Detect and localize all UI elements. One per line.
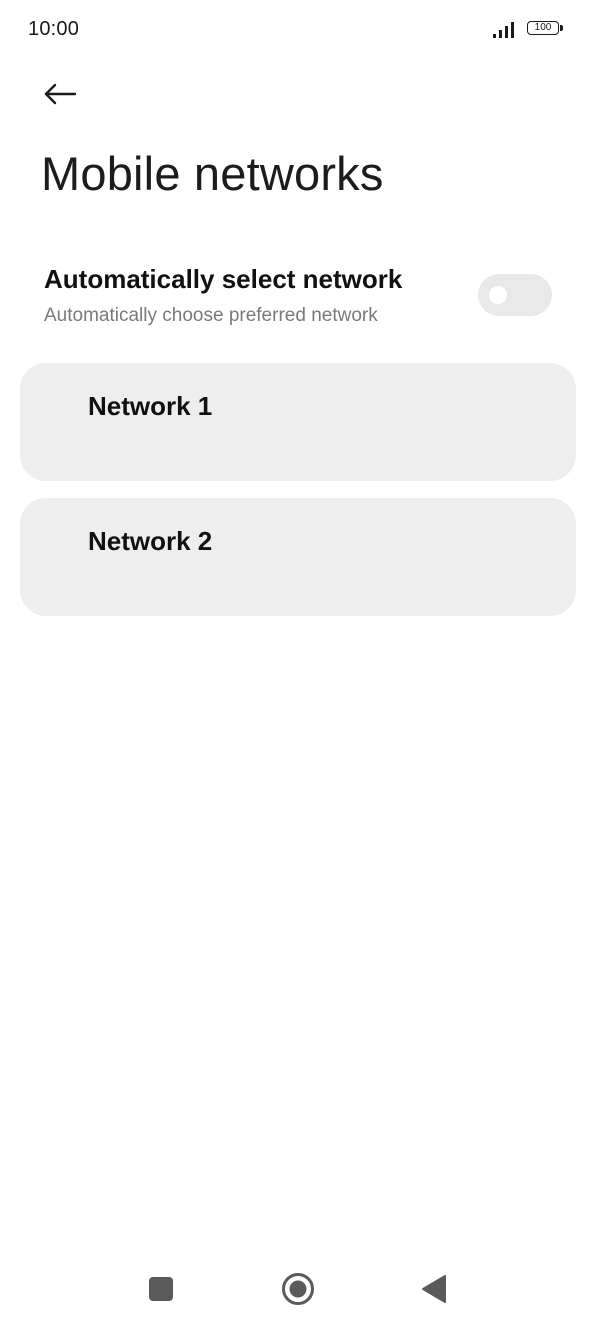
back-button[interactable]: [36, 74, 84, 114]
auto-select-title: Automatically select network: [44, 264, 403, 294]
network-label: Network 2: [88, 526, 213, 556]
battery-tip: [560, 25, 563, 31]
auto-select-subtitle: Automatically choose preferred network: [44, 305, 378, 326]
network-label: Network 1: [88, 391, 213, 421]
auto-select-toggle[interactable]: [478, 274, 552, 316]
battery-level: 100: [527, 21, 559, 35]
toggle-knob: [489, 286, 507, 304]
arrow-left-icon: [44, 83, 77, 105]
network-item-1[interactable]: Network 1: [20, 363, 576, 481]
recents-button[interactable]: [149, 1277, 173, 1301]
page-title: Mobile networks: [41, 147, 384, 200]
home-button[interactable]: [281, 1272, 315, 1306]
status-bar: 10:00 100: [0, 0, 596, 60]
signal-bars-icon: [493, 22, 514, 38]
nav-back-button[interactable]: [421, 1274, 447, 1304]
battery-icon: 100: [527, 21, 565, 38]
navigation-bar: [0, 1258, 596, 1326]
network-item-2[interactable]: Network 2: [20, 498, 576, 616]
status-time: 10:00: [28, 18, 80, 40]
